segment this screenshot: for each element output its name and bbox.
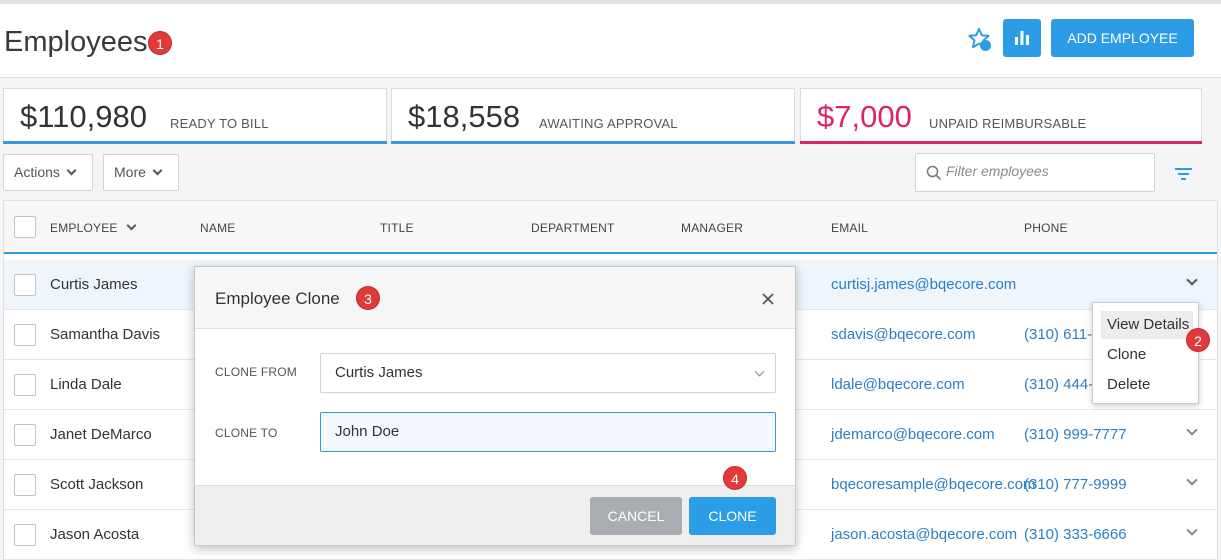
column-department[interactable]: DEPARTMENT <box>531 221 615 235</box>
page-header: Employees 1 ADD EMPLOYEE <box>0 4 1221 78</box>
clone-to-label: CLONE TO <box>215 426 278 440</box>
annotation-badge-1: 1 <box>148 31 172 55</box>
dialog-footer: CANCEL CLONE <box>195 485 795 545</box>
row-checkbox[interactable] <box>14 474 36 496</box>
column-manager[interactable]: MANAGER <box>681 221 743 235</box>
favorite-star-icon[interactable] <box>966 26 994 54</box>
employee-clone-dialog: Employee Clone 3 CLONE FROM Curtis James… <box>194 266 796 546</box>
chevron-down-icon <box>152 165 163 176</box>
dialog-title: Employee Clone <box>215 289 340 308</box>
clone-from-value: Curtis James <box>335 364 423 381</box>
filter-employees-field[interactable] <box>915 153 1155 192</box>
add-employee-button[interactable]: ADD EMPLOYEE <box>1051 19 1194 57</box>
more-dropdown[interactable]: More <box>103 154 179 191</box>
row-checkbox[interactable] <box>14 524 36 546</box>
clone-button[interactable]: CLONE <box>689 497 776 535</box>
filter-icon[interactable] <box>1174 166 1194 182</box>
annotation-badge-3: 3 <box>356 286 380 310</box>
clone-from-select[interactable]: Curtis James <box>320 353 776 393</box>
sort-chevron-icon <box>126 220 137 231</box>
stat-accent-bar <box>3 141 387 144</box>
row-checkbox[interactable] <box>14 274 36 296</box>
menu-item-clone[interactable]: Clone <box>1101 341 1193 369</box>
clone-from-label: CLONE FROM <box>215 365 298 379</box>
employee-email[interactable]: bqecoresample@bqecore.com <box>831 476 1036 493</box>
close-icon[interactable] <box>760 291 776 307</box>
employee-name[interactable]: Jason Acosta <box>50 526 139 543</box>
stat-unpaid-reimbursable[interactable]: $7,000 UNPAID REIMBURSABLE <box>800 88 1202 144</box>
row-menu-chevron-icon[interactable] <box>1186 424 1198 436</box>
actions-label: Actions <box>14 164 60 180</box>
annotation-badge-4: 4 <box>723 466 747 490</box>
row-context-menu: View Details Clone Delete <box>1092 302 1199 404</box>
stat-accent-bar <box>800 141 1202 144</box>
more-label: More <box>114 164 146 180</box>
stat-label: AWAITING APPROVAL <box>539 116 678 131</box>
select-all-checkbox[interactable] <box>14 216 36 238</box>
menu-item-view-details[interactable]: View Details <box>1101 311 1193 339</box>
clone-to-input[interactable]: John Doe <box>320 412 776 452</box>
employee-email[interactable]: jason.acosta@bqecore.com <box>831 526 1017 543</box>
row-checkbox[interactable] <box>14 324 36 346</box>
employee-email[interactable]: ldale@bqecore.com <box>831 376 965 393</box>
column-title[interactable]: TITLE <box>380 221 414 235</box>
employee-phone[interactable]: (310) 611- <box>1024 326 1092 343</box>
column-email[interactable]: EMAIL <box>831 221 868 235</box>
cancel-button[interactable]: CANCEL <box>590 497 682 535</box>
search-icon <box>926 165 942 181</box>
chevron-down-icon <box>66 165 77 176</box>
bar-chart-icon <box>1015 31 1029 45</box>
column-name[interactable]: NAME <box>200 221 235 235</box>
annotation-badge-2: 2 <box>1186 328 1210 352</box>
employee-phone[interactable]: (310) 333-6666 <box>1024 526 1127 543</box>
page-title: Employees <box>4 26 148 58</box>
row-checkbox[interactable] <box>14 374 36 396</box>
stat-accent-bar <box>391 141 795 144</box>
employee-email[interactable]: sdavis@bqecore.com <box>831 326 975 343</box>
chevron-down-icon <box>754 366 765 377</box>
employee-phone[interactable]: (310) 444- <box>1024 376 1093 393</box>
employee-email[interactable]: jdemarco@bqecore.com <box>831 426 995 443</box>
stat-ready-to-bill[interactable]: $110,980 READY TO BILL <box>3 88 387 144</box>
row-checkbox[interactable] <box>14 424 36 446</box>
employee-email[interactable]: curtisj.james@bqecore.com <box>831 276 1016 293</box>
dialog-header: Employee Clone <box>195 267 795 329</box>
actions-dropdown[interactable]: Actions <box>3 154 93 191</box>
employee-name[interactable]: Curtis James <box>50 276 138 293</box>
stat-value: $7,000 <box>817 99 912 134</box>
filter-employees-input[interactable] <box>946 163 1146 179</box>
stat-label: UNPAID REIMBURSABLE <box>929 116 1087 131</box>
stat-value: $18,558 <box>408 99 521 134</box>
stat-value: $110,980 <box>20 99 147 134</box>
stat-label: READY TO BILL <box>170 116 269 131</box>
row-menu-chevron-icon[interactable] <box>1186 274 1198 286</box>
column-employee[interactable]: EMPLOYEE <box>50 220 137 235</box>
table-header: EMPLOYEE NAME TITLE DEPARTMENT MANAGER E… <box>4 201 1217 254</box>
employee-phone[interactable]: (310) 999-7777 <box>1024 426 1127 443</box>
row-menu-chevron-icon[interactable] <box>1186 524 1198 536</box>
clone-to-value: John Doe <box>335 423 400 440</box>
employee-phone[interactable]: (310) 777-9999 <box>1024 476 1127 493</box>
menu-item-delete[interactable]: Delete <box>1101 371 1193 399</box>
stat-awaiting-approval[interactable]: $18,558 AWAITING APPROVAL <box>391 88 795 144</box>
row-menu-chevron-icon[interactable] <box>1186 474 1198 486</box>
reports-chart-button[interactable] <box>1003 19 1041 57</box>
employee-name[interactable]: Linda Dale <box>50 376 122 393</box>
employee-name[interactable]: Scott Jackson <box>50 476 143 493</box>
employee-name[interactable]: Samantha Davis <box>50 326 160 343</box>
employee-name[interactable]: Janet DeMarco <box>50 426 152 443</box>
column-phone[interactable]: PHONE <box>1024 221 1068 235</box>
